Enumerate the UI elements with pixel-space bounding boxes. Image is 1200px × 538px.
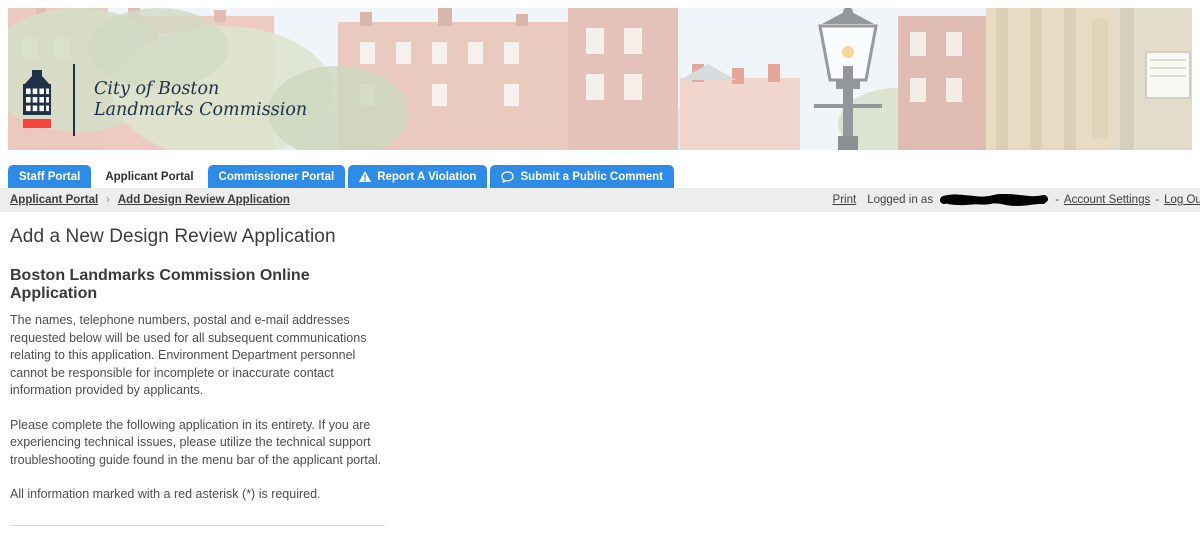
account-settings-link[interactable]: Account Settings [1064,194,1150,206]
tab-staff-portal[interactable]: Staff Portal [8,165,92,188]
rowhouse-building-icon [23,70,51,128]
logged-in-as-label: Logged in as [867,194,934,206]
breadcrumb-applicant-portal[interactable]: Applicant Portal [10,194,98,206]
site-banner: City of Boston Landmarks Commission [8,8,1192,150]
breadcrumb-session-bar: Applicant Portal › Add Design Review App… [0,188,1200,212]
commission-logo: City of Boston Landmarks Commission [20,64,307,136]
breadcrumb: Applicant Portal › Add Design Review App… [10,194,290,206]
breadcrumb-add-design-review-application[interactable]: Add Design Review Application [118,194,290,206]
redacted-username-scribble [940,194,1049,206]
intro-paragraph-required-note: All information marked with a red asteri… [10,487,321,501]
session-separator: - [1055,194,1059,206]
section-divider [10,524,385,526]
breadcrumb-separator: › [106,194,110,206]
commission-name: City of Boston Landmarks Commission [94,79,307,121]
tab-label: Commissioner Portal [218,170,335,183]
portal-tabs: Staff Portal Applicant Portal Commission… [8,165,1200,188]
session-separator: - [1155,194,1160,206]
session-controls: Print Logged in as - Account Settings - … [833,194,1200,206]
tab-label: Staff Portal [19,170,81,183]
print-link[interactable]: Print [833,194,857,206]
commission-name-line2: Landmarks Commission [94,100,308,120]
logo-divider [73,64,75,136]
tab-label: Applicant Portal [105,170,194,183]
tab-label: Submit a Public Comment [520,170,663,183]
tab-commissioner-portal[interactable]: Commissioner Portal [207,165,346,188]
section-title: Boston Landmarks Commission Online Appli… [10,267,310,302]
page-title: Add a New Design Review Application [10,226,336,247]
speech-bubble-icon [501,170,515,183]
warning-triangle-icon [359,171,372,182]
commission-name-line1: City of Boston [94,79,220,99]
main-content: Add a New Design Review Application Bost… [0,226,395,538]
intro-paragraph-complete-application: Please complete the following applicatio… [10,417,382,467]
tab-submit-public-comment[interactable]: Submit a Public Comment [490,165,674,188]
tab-report-a-violation[interactable]: Report A Violation [348,165,488,188]
tab-label: Report A Violation [377,170,477,183]
intro-paragraph-contact-info: The names, telephone numbers, postal and… [10,313,367,397]
log-out-link[interactable]: Log Out [1164,194,1200,206]
tab-applicant-portal[interactable]: Applicant Portal [94,165,204,188]
